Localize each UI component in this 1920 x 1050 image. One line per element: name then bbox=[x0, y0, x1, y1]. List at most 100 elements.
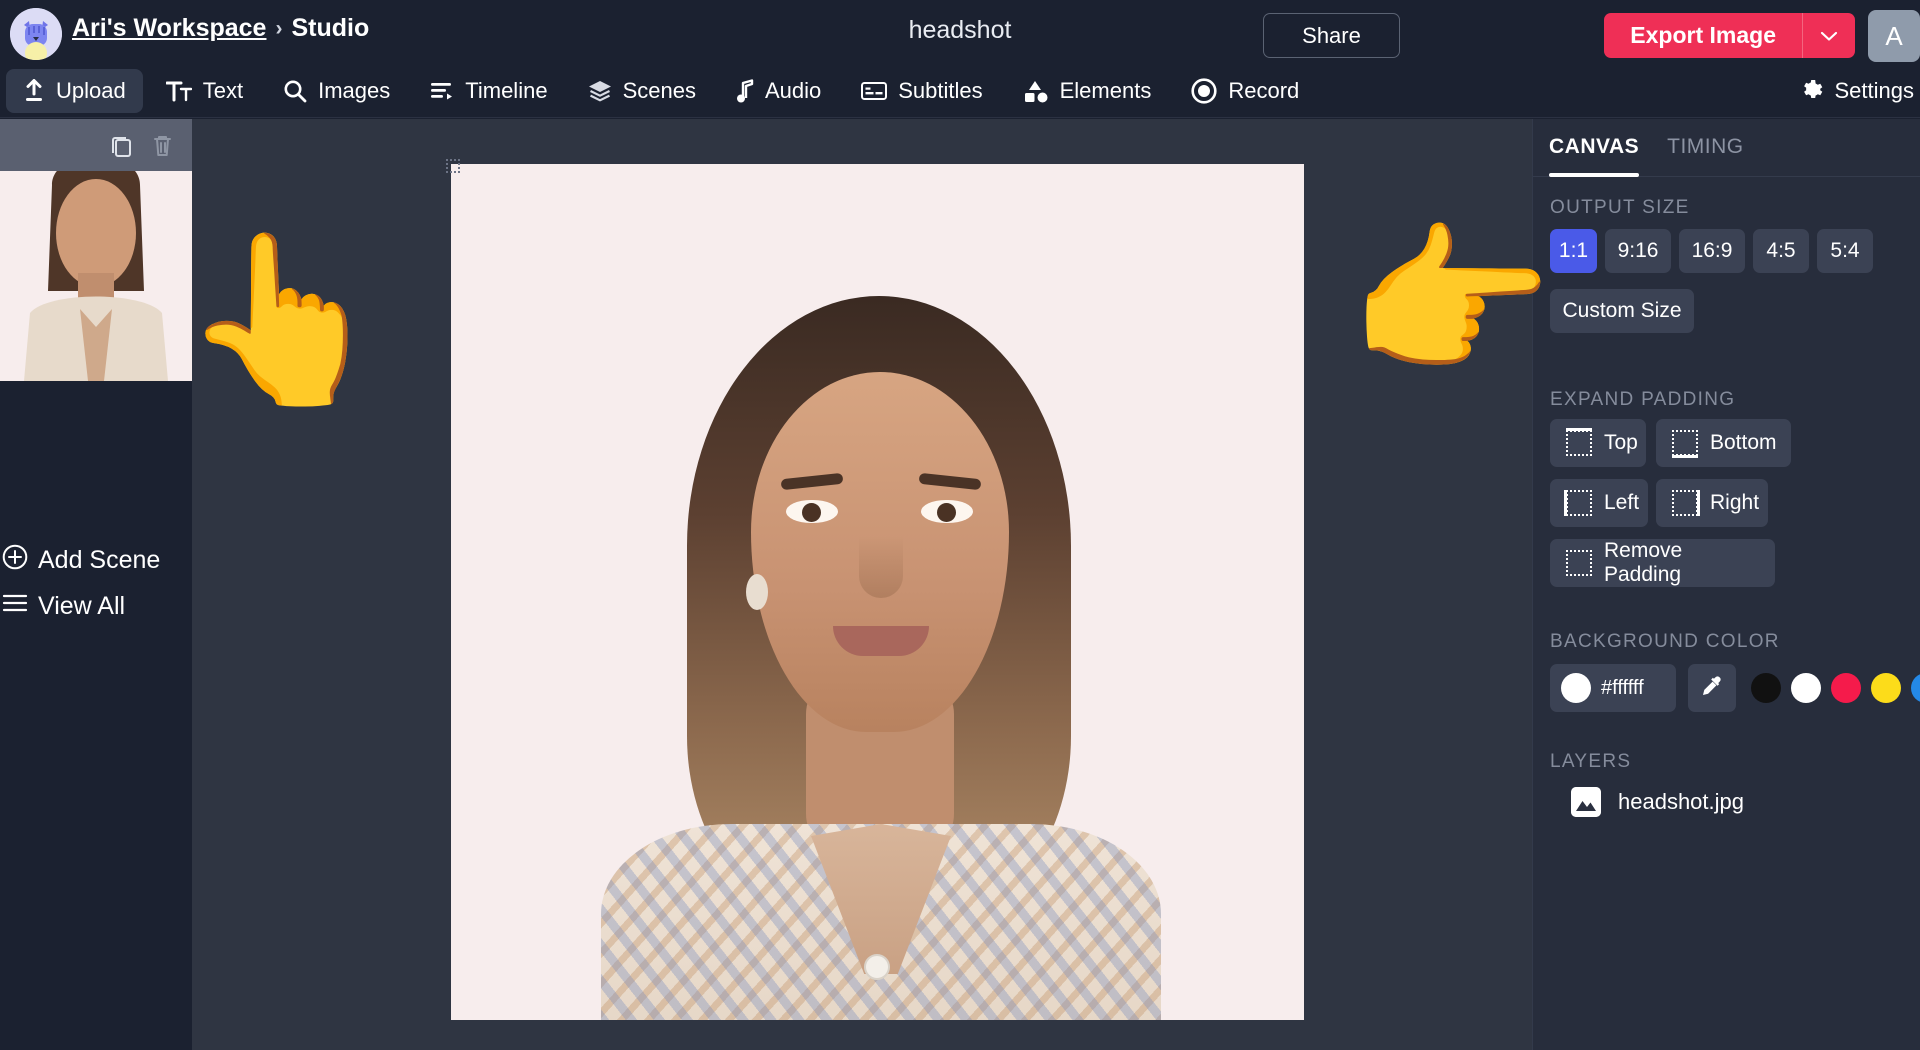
ribbon-item-record[interactable]: Record bbox=[1174, 69, 1316, 113]
scenes-sidebar: Add Scene View All bbox=[0, 119, 192, 1050]
share-button[interactable]: Share bbox=[1263, 13, 1400, 58]
swatch-blue[interactable] bbox=[1911, 673, 1920, 703]
canvas-stage[interactable]: 👆 bbox=[192, 119, 1532, 1050]
plus-circle-icon bbox=[2, 544, 28, 577]
padding-top-button[interactable]: Top bbox=[1550, 419, 1646, 467]
export-image-button[interactable]: Export Image bbox=[1604, 13, 1802, 58]
ribbon-label-scenes: Scenes bbox=[623, 78, 696, 104]
pad-remove-icon bbox=[1566, 550, 1592, 576]
portrait-mouth bbox=[833, 626, 929, 656]
ribbon-label-elements: Elements bbox=[1060, 78, 1152, 104]
subtitles-icon bbox=[861, 81, 887, 101]
breadcrumb-current-section: Studio bbox=[291, 14, 369, 43]
ribbon-item-elements[interactable]: Elements bbox=[1006, 69, 1169, 113]
padding-bottom-label: Bottom bbox=[1710, 431, 1777, 455]
breadcrumb: Ari's Workspace › Studio bbox=[72, 14, 369, 43]
swatch-white[interactable] bbox=[1791, 673, 1821, 703]
ribbon-label-text: Text bbox=[203, 78, 243, 104]
ribbon-label-record: Record bbox=[1228, 78, 1299, 104]
portrait-earring bbox=[746, 574, 768, 610]
ribbon-item-images[interactable]: Images bbox=[266, 69, 407, 113]
ribbon-label-subtitles: Subtitles bbox=[898, 78, 982, 104]
swatch-red[interactable] bbox=[1831, 673, 1861, 703]
padding-right-label: Right bbox=[1710, 491, 1759, 515]
portrait-eye-left bbox=[786, 500, 838, 523]
pointing-up-hand-emoji: 👆 bbox=[180, 237, 385, 402]
tab-canvas[interactable]: CANVAS bbox=[1549, 119, 1639, 176]
background-color-section-label: BACKGROUND COLOR bbox=[1550, 631, 1780, 653]
duplicate-icon[interactable] bbox=[108, 132, 135, 159]
ratio-button-1-1[interactable]: 1:1 bbox=[1550, 229, 1597, 273]
cat-avatar-icon[interactable] bbox=[10, 8, 62, 60]
timeline-icon bbox=[430, 80, 454, 102]
selection-handle-top-left[interactable] bbox=[446, 159, 460, 173]
eyedropper-button[interactable] bbox=[1688, 664, 1736, 712]
tool-ribbon: Upload Text Images Timeline Scenes Audio bbox=[0, 64, 1920, 118]
ribbon-label-images: Images bbox=[318, 78, 390, 104]
properties-tabs: CANVAS TIMING bbox=[1533, 119, 1920, 177]
ratio-button-4-5[interactable]: 4:5 bbox=[1753, 229, 1809, 273]
export-options-chevron-down-icon[interactable] bbox=[1802, 13, 1855, 58]
record-icon bbox=[1191, 78, 1217, 104]
ribbon-item-audio[interactable]: Audio bbox=[719, 69, 838, 113]
ribbon-item-timeline[interactable]: Timeline bbox=[413, 69, 564, 113]
ribbon-item-subtitles[interactable]: Subtitles bbox=[844, 69, 999, 113]
layers-icon bbox=[588, 79, 612, 103]
layer-name: headshot.jpg bbox=[1618, 789, 1744, 815]
remove-padding-button[interactable]: Remove Padding bbox=[1550, 539, 1775, 587]
padding-bottom-button[interactable]: Bottom bbox=[1656, 419, 1791, 467]
current-color-swatch bbox=[1561, 673, 1591, 703]
tab-timing[interactable]: TIMING bbox=[1667, 119, 1744, 176]
portrait-button bbox=[864, 954, 890, 980]
canvas-frame[interactable] bbox=[451, 164, 1304, 1020]
view-all-label: View All bbox=[38, 592, 125, 621]
user-avatar[interactable]: A bbox=[1868, 10, 1920, 62]
scene-thumbnail[interactable] bbox=[0, 119, 192, 381]
swatch-yellow[interactable] bbox=[1871, 673, 1901, 703]
ribbon-label-audio: Audio bbox=[765, 78, 821, 104]
search-icon bbox=[283, 79, 307, 103]
view-all-button[interactable]: View All bbox=[0, 592, 192, 621]
portrait-nose bbox=[859, 536, 903, 598]
pad-top-icon bbox=[1566, 430, 1592, 456]
canvas-image-headshot[interactable] bbox=[451, 164, 1304, 1020]
ribbon-item-text[interactable]: Text bbox=[149, 69, 260, 113]
text-icon bbox=[166, 79, 192, 103]
settings-button[interactable]: Settings bbox=[1793, 69, 1920, 113]
upload-icon bbox=[23, 79, 45, 103]
background-color-value: #ffffff bbox=[1601, 677, 1644, 700]
gear-icon bbox=[1799, 76, 1823, 106]
breadcrumb-separator: › bbox=[275, 17, 282, 41]
swatch-black[interactable] bbox=[1751, 673, 1781, 703]
padding-left-button[interactable]: Left bbox=[1550, 479, 1648, 527]
add-scene-button[interactable]: Add Scene bbox=[0, 544, 192, 577]
ribbon-label-timeline: Timeline bbox=[465, 78, 547, 104]
eyedropper-icon bbox=[1700, 674, 1724, 703]
padding-right-button[interactable]: Right bbox=[1656, 479, 1768, 527]
image-icon bbox=[1571, 787, 1601, 817]
music-note-icon bbox=[736, 79, 754, 103]
ratio-button-9-16[interactable]: 9:16 bbox=[1605, 229, 1671, 273]
layer-item[interactable]: headshot.jpg bbox=[1571, 787, 1744, 817]
portrait-eye-right bbox=[921, 500, 973, 523]
ratio-button-16-9[interactable]: 16:9 bbox=[1679, 229, 1745, 273]
breadcrumb-workspace-link[interactable]: Ari's Workspace bbox=[72, 14, 266, 43]
background-color-field[interactable]: #ffffff bbox=[1550, 664, 1676, 712]
ribbon-item-upload[interactable]: Upload bbox=[6, 69, 143, 113]
properties-panel: CANVAS TIMING OUTPUT SIZE 1:1 9:16 16:9 … bbox=[1532, 119, 1920, 1050]
export-button-group: Export Image bbox=[1604, 13, 1855, 58]
ribbon-item-scenes[interactable]: Scenes bbox=[571, 69, 713, 113]
top-bar: Ari's Workspace › Studio headshot Share … bbox=[0, 0, 1920, 70]
pad-left-icon bbox=[1566, 490, 1592, 516]
expand-padding-section-label: EXPAND PADDING bbox=[1550, 389, 1735, 411]
ribbon-label-upload: Upload bbox=[56, 78, 126, 104]
settings-label: Settings bbox=[1835, 78, 1915, 104]
trash-icon[interactable] bbox=[149, 132, 176, 159]
ratio-button-5-4[interactable]: 5:4 bbox=[1817, 229, 1873, 273]
custom-size-button[interactable]: Custom Size bbox=[1550, 289, 1694, 333]
padding-top-label: Top bbox=[1604, 431, 1638, 455]
layers-section-label: LAYERS bbox=[1550, 751, 1631, 773]
scene-thumbnail-actions bbox=[0, 119, 192, 171]
remove-padding-label: Remove Padding bbox=[1604, 539, 1759, 587]
pad-bottom-icon bbox=[1672, 430, 1698, 456]
